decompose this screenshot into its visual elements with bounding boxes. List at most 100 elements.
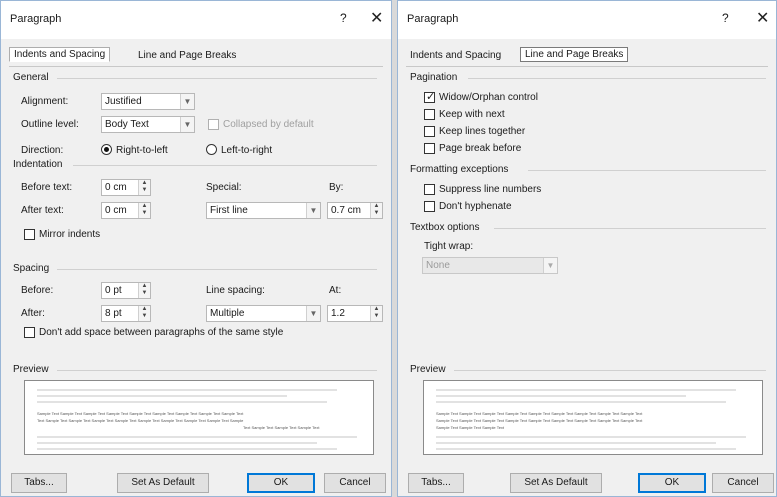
keep-lines-together-label: Keep lines together [439,126,526,137]
spinner-icon[interactable]: ▲ ▼ [138,203,150,218]
widow-orphan-checkbox[interactable]: ✓ [424,91,435,103]
dont-add-space-label: Don't add space between paragraphs of th… [39,327,284,338]
alignment-label: Alignment: [21,96,69,107]
preview-text-line: Text Sample Text Sample Text Sample Text [243,425,320,430]
tab-panel: Pagination ✓ Widow/Orphan control Keep w… [406,66,768,466]
help-button[interactable]: ? [722,11,729,25]
mirror-indents-checkbox[interactable] [24,229,35,240]
rtl-radio[interactable] [101,144,112,155]
keep-with-next-label: Keep with next [439,109,505,120]
outline-level-label: Outline level: [21,119,79,130]
pagination-group-heading: Pagination [410,72,766,83]
suppress-line-numbers-checkbox[interactable] [424,184,435,195]
tab-indents-spacing[interactable]: Indents and Spacing [406,49,505,62]
special-select[interactable]: First line ▼ [206,202,321,219]
preview-box: Sample Text Sample Text Sample Text Samp… [24,380,374,455]
ok-button[interactable]: OK [638,473,706,493]
spacing-before-label: Before: [21,285,54,296]
preview-group-heading: Preview [13,364,377,375]
by-label: By: [329,182,344,193]
mirror-indents-label: Mirror indents [39,229,101,240]
preview-text-line: Sample Text Sample Text Sample Text [436,425,505,430]
cancel-button[interactable]: Cancel [712,473,774,493]
alignment-select[interactable]: Justified ▼ [101,93,195,110]
before-text-input[interactable]: 0 cm ▲ ▼ [101,179,151,196]
general-group-heading: General [13,72,377,83]
keep-with-next-checkbox[interactable] [424,109,435,120]
page-break-before-label: Page break before [439,143,522,154]
tab-bar: Indents and Spacing Line and Page Breaks [9,46,383,66]
by-input[interactable]: 0.7 cm ▲ ▼ [327,202,383,219]
dont-hyphenate-label: Don't hyphenate [439,201,512,212]
tab-line-page-breaks[interactable]: Line and Page Breaks [520,47,629,62]
chevron-down-icon: ▼ [180,117,194,132]
ltr-label: Left-to-right [221,145,273,156]
spinner-icon[interactable]: ▲ ▼ [370,306,382,321]
keep-lines-together-checkbox[interactable] [424,126,435,137]
dialog-footer: Tabs... Set As Default OK Cancel [1,468,391,496]
preview-box: Sample Text Sample Text Sample Text Samp… [423,380,763,455]
special-label: Special: [206,182,242,193]
spacing-before-input[interactable]: 0 pt ▲ ▼ [101,282,151,299]
tight-wrap-label: Tight wrap: [424,241,474,252]
line-spacing-select[interactable]: Multiple ▼ [206,305,321,322]
at-input[interactable]: 1.2 ▲ ▼ [327,305,383,322]
close-icon[interactable]: ✕ [756,8,769,28]
tab-bar: Indents and Spacing Line and Page Breaks [406,46,768,66]
dont-hyphenate-checkbox[interactable] [424,201,435,212]
ltr-radio[interactable] [206,144,217,155]
chevron-down-icon: ▼ [543,258,557,273]
help-button[interactable]: ? [340,11,347,25]
spinner-icon[interactable]: ▲ ▼ [138,283,150,298]
spinner-icon[interactable]: ▲ ▼ [138,306,150,321]
spinner-icon[interactable]: ▲ ▼ [370,203,382,218]
widow-orphan-label: Widow/Orphan control [439,92,538,103]
spinner-icon[interactable]: ▲ ▼ [138,180,150,195]
chevron-down-icon: ▼ [180,94,194,109]
set-as-default-button[interactable]: Set As Default [117,473,209,493]
dont-add-space-checkbox[interactable] [24,327,35,338]
dialog-footer: Tabs... Set As Default OK Cancel [398,468,776,496]
spacing-after-input[interactable]: 8 pt ▲ ▼ [101,305,151,322]
tab-line-page-breaks[interactable]: Line and Page Breaks [134,49,240,62]
outline-level-select[interactable]: Body Text ▼ [101,116,195,133]
chevron-down-icon: ▼ [306,203,320,218]
paragraph-dialog-line-breaks: Paragraph ? ✕ Indents and Spacing Line a… [397,0,777,497]
spacing-group-heading: Spacing [13,263,377,274]
direction-label: Direction: [21,145,64,156]
set-as-default-button[interactable]: Set As Default [510,473,602,493]
ok-button[interactable]: OK [247,473,315,493]
tabs-button[interactable]: Tabs... [11,473,67,493]
after-text-input[interactable]: 0 cm ▲ ▼ [101,202,151,219]
dialog-title: Paragraph [407,13,459,25]
collapsed-label: Collapsed by default [223,119,314,130]
title-bar: Paragraph ? ✕ [1,1,391,39]
rtl-label: Right-to-left [116,145,168,156]
tab-panel: General Alignment: Justified ▼ Outline l… [9,66,383,466]
textbox-options-heading: Textbox options [410,222,766,233]
close-icon[interactable]: ✕ [370,8,383,28]
dialog-title: Paragraph [10,13,62,25]
tab-indents-spacing[interactable]: Indents and Spacing [9,47,111,62]
before-text-label: Before text: [21,182,73,193]
after-text-label: After text: [21,205,64,216]
paragraph-dialog-indents: Paragraph ? ✕ Indents and Spacing Line a… [0,0,392,497]
page-break-before-checkbox[interactable] [424,143,435,154]
preview-text-line: Sample Text Sample Text Sample Text Samp… [37,411,244,416]
preview-text-line: Sample Text Sample Text Sample Text Samp… [436,418,643,423]
collapsed-checkbox[interactable] [208,119,219,130]
cancel-button[interactable]: Cancel [324,473,386,493]
spacing-after-label: After: [21,308,45,319]
indentation-group-heading: Indentation [13,159,377,170]
title-bar: Paragraph ? ✕ [398,1,776,39]
formatting-exceptions-heading: Formatting exceptions [410,164,766,175]
preview-group-heading: Preview [410,364,766,375]
tight-wrap-select[interactable]: None ▼ [422,257,558,274]
preview-text-line: Sample Text Sample Text Sample Text Samp… [436,411,643,416]
line-spacing-label: Line spacing: [206,285,265,296]
suppress-line-numbers-label: Suppress line numbers [439,184,542,195]
chevron-down-icon: ▼ [306,306,320,321]
tabs-button[interactable]: Tabs... [408,473,464,493]
preview-text-line: Text Sample Text Sample Text Sample Text… [37,418,244,423]
at-label: At: [329,285,342,296]
